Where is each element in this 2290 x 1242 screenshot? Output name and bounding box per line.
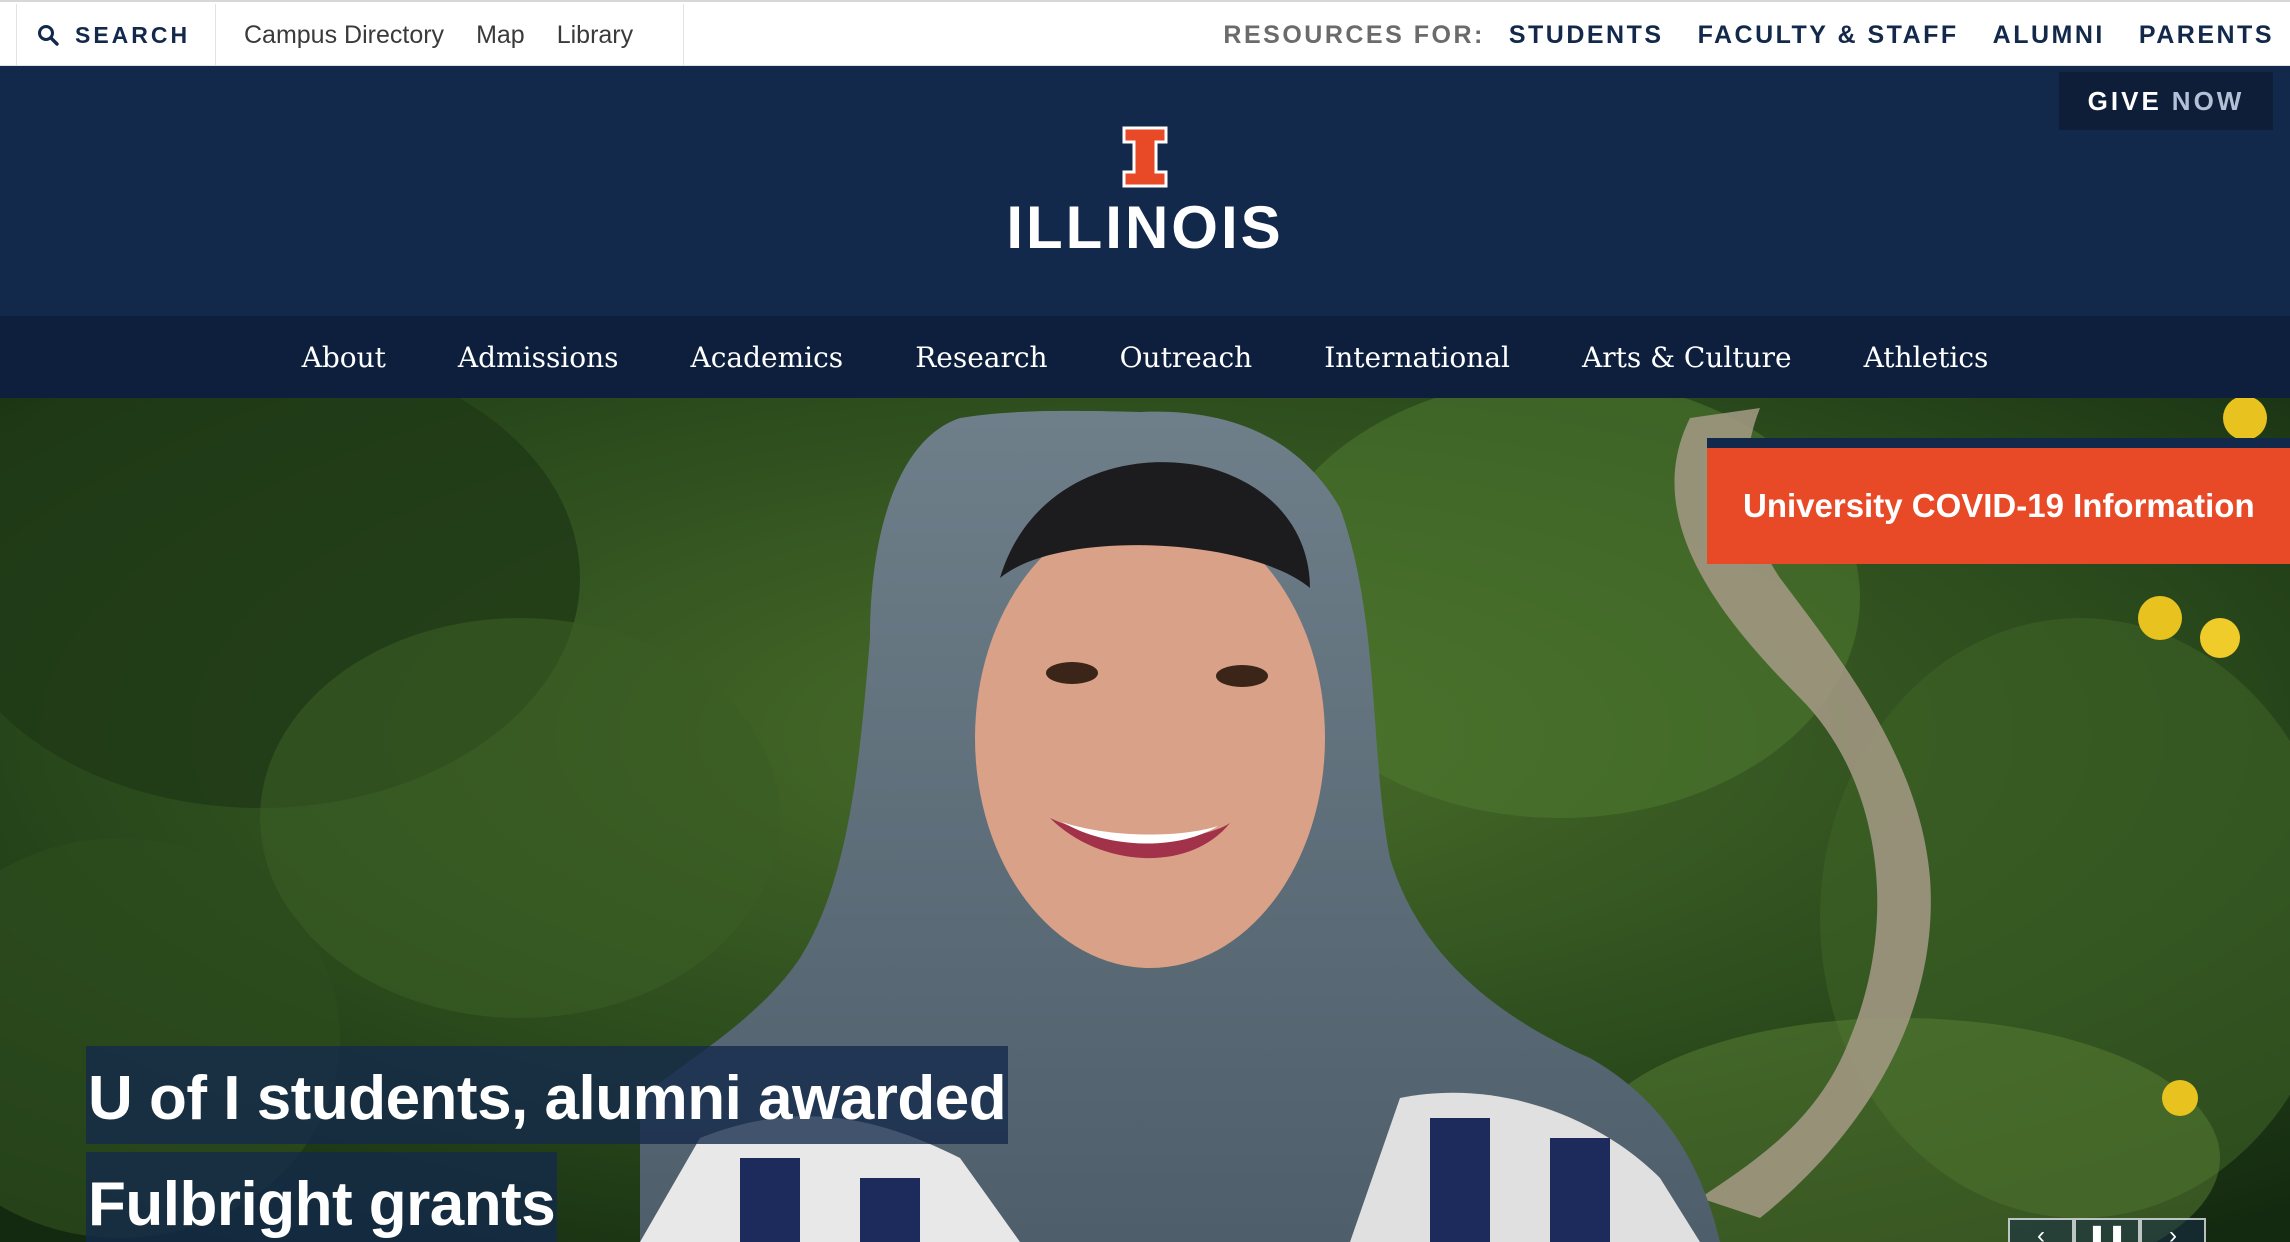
- headline-line-1[interactable]: U of I students, alumni awarded: [86, 1046, 1009, 1144]
- search-label: SEARCH: [75, 21, 191, 48]
- nav-item-research[interactable]: Research: [915, 341, 1047, 374]
- carousel-controls: ‹ ❚❚ ›: [2008, 1218, 2206, 1242]
- quick-links: Campus Directory Map Library: [216, 4, 684, 66]
- search-icon: [38, 25, 59, 46]
- library-link[interactable]: Library: [557, 21, 633, 50]
- map-link[interactable]: Map: [476, 21, 525, 50]
- nav-item-outreach[interactable]: Outreach: [1120, 341, 1253, 374]
- resources-faculty-staff-link[interactable]: FACULTY & STAFF: [1698, 21, 1959, 50]
- search-button[interactable]: SEARCH: [16, 4, 216, 66]
- nav-item-academics[interactable]: Academics: [691, 341, 844, 374]
- campus-directory-link[interactable]: Campus Directory: [244, 21, 444, 50]
- nav-item-athletics[interactable]: Athletics: [1864, 341, 1989, 374]
- give-now-button[interactable]: GIVE NOW: [2059, 72, 2273, 130]
- resources-alumni-link[interactable]: ALUMNI: [1993, 21, 2105, 50]
- illinois-logo[interactable]: ILLINOIS: [1000, 126, 1290, 266]
- resources-students-link[interactable]: STUDENTS: [1509, 21, 1664, 50]
- pause-icon[interactable]: ❚❚: [2074, 1218, 2140, 1242]
- prev-icon[interactable]: ‹: [2008, 1218, 2074, 1242]
- main-nav: About Admissions Academics Research Outr…: [0, 316, 2290, 398]
- nav-item-arts-culture[interactable]: Arts & Culture: [1582, 341, 1792, 374]
- resources-menu: RESOURCES FOR: STUDENTS FACULTY & STAFF …: [1223, 4, 2274, 66]
- brand-header: GIVE NOW ILLINOIS: [0, 66, 2290, 316]
- nav-item-international[interactable]: International: [1324, 341, 1510, 374]
- nav-item-about[interactable]: About: [302, 341, 386, 374]
- headline-line-2[interactable]: Fulbright grants: [86, 1152, 558, 1242]
- nav-item-admissions[interactable]: Admissions: [458, 341, 619, 374]
- next-icon[interactable]: ›: [2140, 1218, 2206, 1242]
- now-label: NOW: [2171, 85, 2245, 116]
- resources-parents-link[interactable]: PARENTS: [2139, 21, 2274, 50]
- hero-slider: University COVID-19 Information U of I s…: [0, 398, 2290, 1242]
- give-label: GIVE: [2087, 85, 2162, 116]
- resources-label: RESOURCES FOR:: [1223, 20, 1485, 49]
- block-i-logo-icon: [1122, 126, 1168, 188]
- illinois-wordmark: ILLINOIS: [1006, 194, 1284, 261]
- covid-info-banner[interactable]: University COVID-19 Information: [1707, 438, 2290, 564]
- hero-headline: U of I students, alumni awarded Fulbrigh…: [86, 1046, 1186, 1242]
- utility-bar: SEARCH Campus Directory Map Library RESO…: [0, 0, 2290, 66]
